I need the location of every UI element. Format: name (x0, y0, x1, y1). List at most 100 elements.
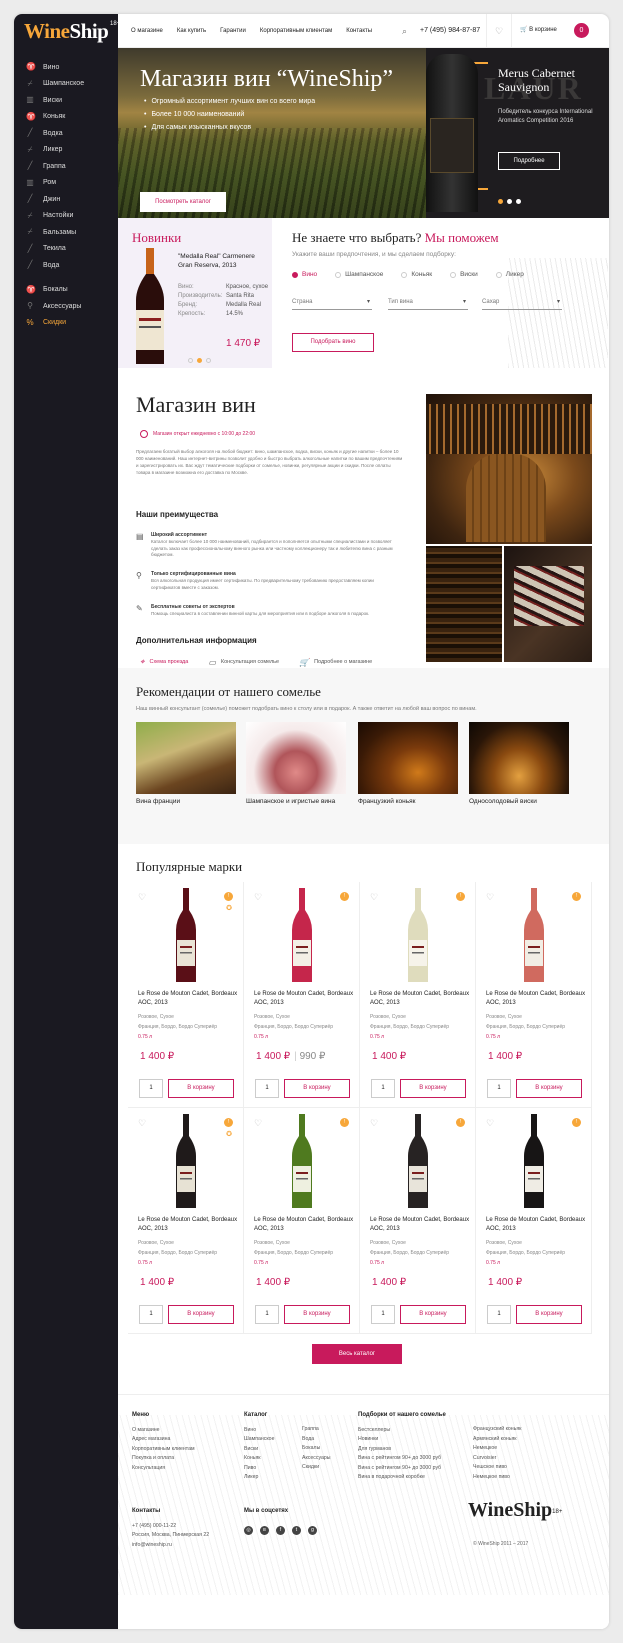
sidebar-item[interactable]: ╱ Водка (26, 125, 116, 142)
product-name[interactable]: Le Rose de Mouton Cadet, Bordeaux AOC, 2… (254, 1216, 354, 1233)
store-details-link[interactable]: 🛒 Подробнее о магазине (299, 657, 372, 667)
footer-link[interactable]: Пиво (244, 1464, 274, 1474)
quantity-field[interactable]: 1 (487, 1305, 511, 1324)
radio-liqueur[interactable]: Ликер (495, 271, 524, 278)
pick-wine-button[interactable]: Подобрать вино (292, 333, 374, 352)
footer-link[interactable]: Вина в подарочной коробке (358, 1473, 446, 1483)
radio-whisky[interactable]: Виски (450, 271, 478, 278)
footer-link[interactable]: Вина с рейтингом 90+ до 3000 руб (358, 1454, 446, 1464)
add-to-cart-button[interactable]: В корзину (168, 1305, 234, 1324)
footer-link[interactable]: Бестселлеры (358, 1426, 446, 1436)
footer-link[interactable]: Скидки (302, 1463, 331, 1473)
product-name[interactable]: Le Rose de Mouton Cadet, Bordeaux AOC, 2… (370, 990, 470, 1007)
sidebar-item[interactable]: ♈ Бокалы (26, 282, 116, 299)
quantity-field[interactable]: 1 (487, 1079, 511, 1098)
add-to-cart-button[interactable]: В корзину (516, 1305, 582, 1324)
product-card[interactable]: ♡! Le Rose de Mouton Cadet, Bordeaux AOC,… (476, 1108, 592, 1334)
footer-link[interactable]: Покупка и оплата (132, 1454, 195, 1464)
add-to-cart-button[interactable]: В корзину (284, 1079, 350, 1098)
sidebar-item[interactable]: % Скидки (26, 315, 116, 332)
slider-dot[interactable] (188, 358, 193, 363)
product-card[interactable]: ♡! Le Rose de Mouton Cadet, Bordeaux AOC,… (360, 882, 476, 1108)
favorite-icon[interactable]: ♡ (370, 892, 378, 903)
product-name[interactable]: Le Rose de Mouton Cadet, Bordeaux AOC, 2… (138, 990, 238, 1007)
nav-about[interactable]: О магазине (131, 28, 163, 34)
sidebar-item[interactable]: ╱ Джин (26, 191, 116, 208)
quantity-field[interactable]: 1 (371, 1079, 395, 1098)
instagram-icon[interactable]: ◎ (244, 1526, 253, 1535)
favorite-icon[interactable]: ♡ (254, 1118, 262, 1129)
add-to-cart-button[interactable]: В корзину (168, 1079, 234, 1098)
new-arrival-bottle-image[interactable] (130, 248, 170, 364)
product-card[interactable]: ♡! ✪ Le Rose de Mouton Cadet, Bordeaux AOC… (128, 882, 244, 1108)
product-card[interactable]: ♡! Le Rose de Mouton Cadet, Bordeaux AOC,… (360, 1108, 476, 1334)
quantity-field[interactable]: 1 (139, 1305, 163, 1324)
slider-dot[interactable] (197, 358, 202, 363)
add-to-cart-button[interactable]: В корзину (516, 1079, 582, 1098)
product-card[interactable]: ♡! Le Rose de Mouton Cadet, Bordeaux AOC,… (476, 882, 592, 1108)
quantity-field[interactable]: 1 (371, 1305, 395, 1324)
footer-email[interactable]: info@wineship.ru (132, 1541, 209, 1551)
slider-dot[interactable] (206, 358, 211, 363)
slider-dot[interactable] (507, 199, 512, 204)
footer-link[interactable]: Вина с рейтингом 90+ до 3000 руб (358, 1464, 446, 1474)
recommendation-card[interactable]: Вина франции (136, 722, 236, 806)
footer-link[interactable]: Для гурманов (358, 1445, 446, 1455)
all-catalog-button[interactable]: Весь каталог (312, 1344, 402, 1364)
sidebar-item[interactable]: ⚲ Аксессуары (26, 298, 116, 315)
vk-icon[interactable]: в (260, 1526, 269, 1535)
radio-wine[interactable]: Вино (292, 271, 317, 278)
add-to-cart-button[interactable]: В корзину (284, 1305, 350, 1324)
nav-contacts[interactable]: Контакты (346, 28, 372, 34)
product-card[interactable]: ♡! Le Rose de Mouton Cadet, Bordeaux AOC,… (244, 882, 360, 1108)
product-bottle-image[interactable] (290, 1114, 314, 1208)
google-plus-icon[interactable]: g (308, 1526, 317, 1535)
product-card[interactable]: ♡! Le Rose de Mouton Cadet, Bordeaux AOC,… (244, 1108, 360, 1334)
footer-link[interactable]: Французский коньяк (473, 1425, 521, 1435)
quantity-field[interactable]: 1 (139, 1079, 163, 1098)
slider-dot[interactable] (498, 199, 503, 204)
footer-link[interactable]: Curvoisier (473, 1454, 521, 1464)
product-bottle-image[interactable] (174, 888, 198, 982)
nav-how-to-buy[interactable]: Как купить (177, 28, 206, 34)
promo-more-button[interactable]: Подробнее (498, 152, 560, 170)
sommelier-consult-link[interactable]: ▭ Консультация сомелье (208, 657, 279, 667)
product-name[interactable]: Le Rose de Mouton Cadet, Bordeaux AOC, 2… (486, 1216, 586, 1233)
footer-link[interactable]: Ликер (244, 1473, 274, 1483)
footer-link[interactable]: О магазине (132, 1426, 195, 1436)
favorite-icon[interactable]: ♡ (486, 1118, 494, 1129)
footer-link[interactable]: Вода (302, 1435, 331, 1445)
footer-link[interactable]: Граппа (302, 1425, 331, 1435)
footer-link[interactable]: Аксессуары (302, 1454, 331, 1464)
logo[interactable]: WineShip 18+ (24, 19, 120, 53)
sidebar-item[interactable]: ⌿ Бальзамы (26, 224, 116, 241)
sidebar-item[interactable]: ♈ Вино (26, 59, 116, 76)
slider-dot[interactable] (516, 199, 521, 204)
footer-link[interactable]: Немецкое пиво (473, 1473, 521, 1483)
product-card[interactable]: ♡! ✪ Le Rose de Mouton Cadet, Bordeaux AOC… (128, 1108, 244, 1334)
sidebar-item[interactable]: ⌿ Ликер (26, 142, 116, 159)
add-to-cart-button[interactable]: В корзину (400, 1079, 466, 1098)
footer-link[interactable]: Армянский коньяк (473, 1435, 521, 1445)
cart-link[interactable]: 🛒 В корзине (520, 26, 557, 33)
phone-number[interactable]: +7 (495) 984-87-87 (420, 27, 480, 34)
recommendation-card[interactable]: Французкий коньяк (358, 722, 458, 806)
footer-logo[interactable]: WineShip18+ (468, 1499, 562, 1522)
favorite-icon[interactable]: ♡ (486, 892, 494, 903)
twitter-icon[interactable]: t (292, 1526, 301, 1535)
footer-link[interactable]: Немецкое (473, 1444, 521, 1454)
footer-link[interactable]: Шампанское (244, 1435, 274, 1445)
recommendation-card[interactable]: Шампанское и игристые вина (246, 722, 346, 806)
footer-link[interactable]: Виски (244, 1445, 274, 1455)
directions-link[interactable]: ⌖ Схема проезда (140, 657, 188, 667)
add-to-cart-button[interactable]: В корзину (400, 1305, 466, 1324)
wine-shelf-photo[interactable] (426, 546, 502, 662)
radio-cognac[interactable]: Коньяк (401, 271, 432, 278)
sidebar-item[interactable]: ▥ Виски (26, 92, 116, 109)
favorite-icon[interactable]: ♡ (138, 1118, 146, 1129)
product-name[interactable]: Le Rose de Mouton Cadet, Bordeaux AOC, 2… (486, 990, 586, 1007)
favorite-icon[interactable]: ♡ (254, 892, 262, 903)
favorites-icon[interactable]: ♡ (486, 14, 512, 48)
sugar-select[interactable]: Сахар (482, 296, 562, 310)
sidebar-item[interactable]: ╱ Текила (26, 241, 116, 258)
